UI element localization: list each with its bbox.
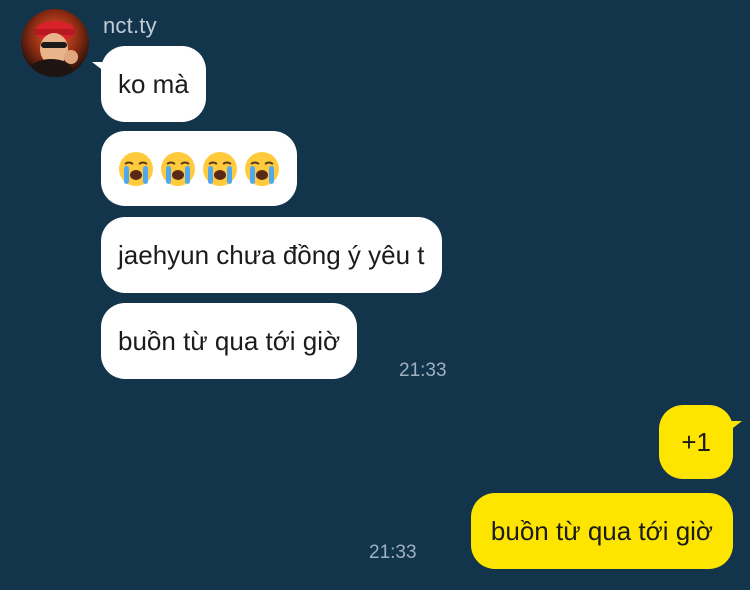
outgoing-message[interactable]: +1 <box>659 405 742 479</box>
loudly-crying-face-icon <box>203 151 237 186</box>
incoming-message[interactable]: ko mà <box>92 46 206 122</box>
outgoing-timestamp: 21:33 <box>369 542 417 563</box>
message-text: buồn từ qua tới giờ <box>490 515 713 546</box>
message-text: +1 <box>681 426 711 457</box>
bubble-tail <box>92 62 105 72</box>
avatar-photo-icon <box>21 9 89 77</box>
loudly-crying-face-icon <box>245 151 279 186</box>
bubble-tail <box>729 421 742 431</box>
emoji-row <box>118 151 280 187</box>
loudly-crying-face-icon <box>119 151 153 186</box>
message-text: ko mà <box>118 68 189 99</box>
sender-avatar[interactable] <box>21 9 89 77</box>
loudly-crying-face-icon <box>161 151 195 186</box>
sender-name: nct.ty <box>103 13 157 38</box>
incoming-message[interactable]: buồn từ qua tới giờ <box>101 303 358 379</box>
message-text: buồn từ qua tới giờ <box>118 325 341 356</box>
chat-view: nct.ty ko mà jaehyun chưa đồng ý yêu t b… <box>0 0 750 590</box>
message-text: jaehyun chưa đồng ý yêu t <box>118 239 425 270</box>
incoming-message-emoji[interactable] <box>101 131 297 206</box>
incoming-timestamp: 21:33 <box>399 360 447 381</box>
outgoing-message[interactable]: buồn từ qua tới giờ <box>470 493 733 569</box>
incoming-message[interactable]: jaehyun chưa đồng ý yêu t <box>101 217 442 293</box>
